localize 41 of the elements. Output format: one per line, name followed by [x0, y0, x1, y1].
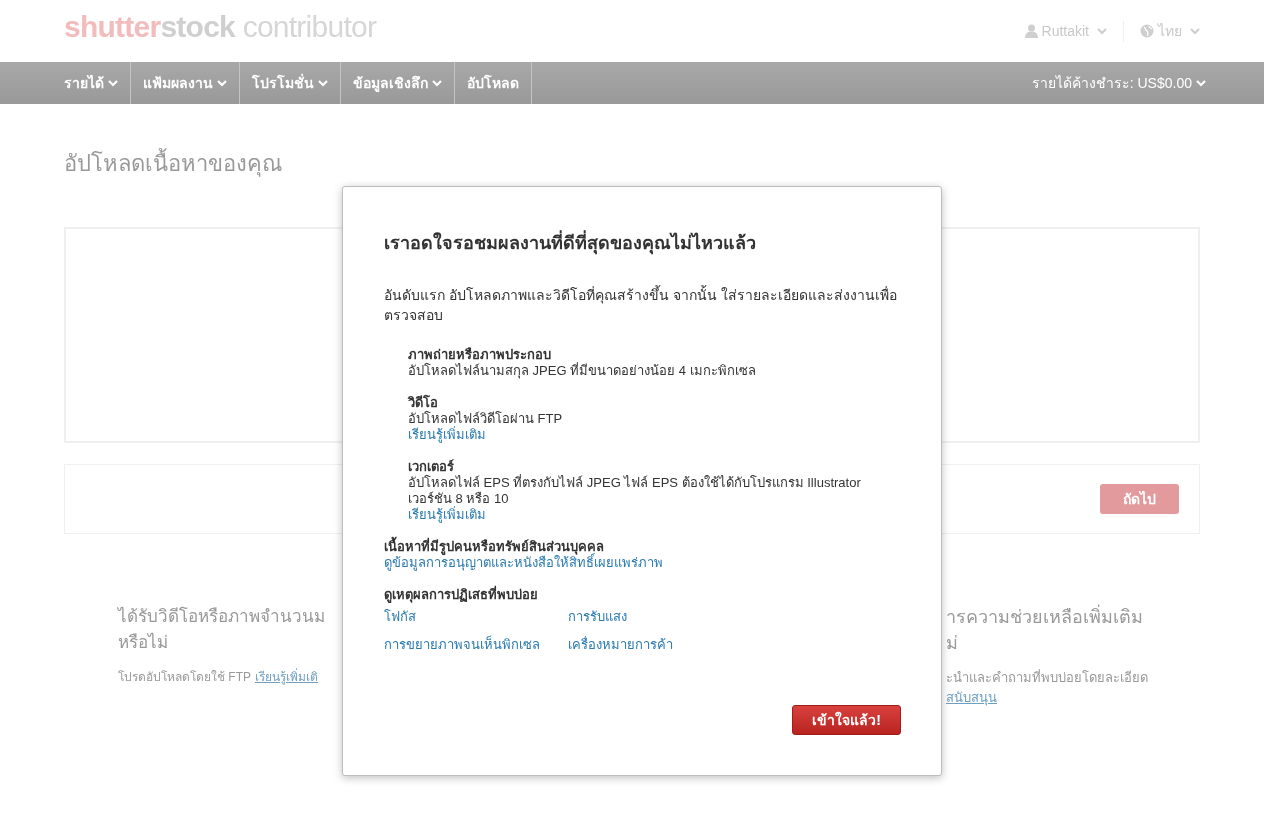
nav-item[interactable]: แฟ้มผลงาน: [131, 62, 240, 104]
section-text: อัปโหลดไฟล์นามสกุล JPEG ที่มีขนาดอย่างน้อย 4 เมกะพิกเซล: [408, 363, 757, 379]
chevron-down-icon: [1190, 27, 1200, 35]
modal-intro: อันดับแรก อัปโหลดภาพและวิดีโอที่คุณสร้างขึ้น จากนั้น ใส่รายละเอียดและส่งงานเพื่อตรวจสอบ: [384, 285, 898, 325]
chevron-down-icon: [1196, 79, 1206, 87]
earnings-menu[interactable]: รายได้ค้างชำระ: US$0.00: [1031, 62, 1206, 104]
section-heading: ภาพถ่ายหรือภาพประกอบ: [408, 347, 552, 363]
nav-item[interactable]: ข้อมูลเชิงลึก: [341, 62, 455, 104]
section-heading: ดูเหตุผลการปฏิเสธที่พบบ่อย: [384, 587, 539, 603]
support-link[interactable]: สนับสนุน: [946, 687, 997, 707]
modal-title: เราอดใจรอชมผลงานที่ดีที่สุดของคุณไม่ไหวแล้ว: [384, 230, 901, 257]
nav-item[interactable]: อัปโหลด: [455, 62, 532, 104]
chevron-down-icon: [108, 79, 118, 87]
learn-more-link[interactable]: เรียนรู้เพิ่มเติม: [408, 507, 486, 523]
section-heading: เวกเตอร์: [408, 459, 455, 475]
help-text: โปรดอัปโหลดโดยใช้ FTP: [118, 669, 251, 686]
user-icon: [1024, 24, 1038, 38]
section-heading: วิดีโอ: [408, 395, 439, 411]
learn-more-link[interactable]: เรียนรู้เพิ่มเติ: [255, 668, 318, 686]
chevron-down-icon: [1097, 27, 1107, 35]
rejection-reason-link[interactable]: เครื่องหมายการค้า: [568, 637, 673, 653]
globe-icon: [1140, 24, 1154, 38]
nav-item[interactable]: โปรโมชั่น: [240, 62, 341, 104]
help-heading: ารความช่วยเหลือเพิ่มเติม: [946, 604, 1143, 630]
section-text: อัปโหลดไฟล์วิดีโอผ่าน FTP: [408, 411, 564, 426]
help-heading: หรือไม่: [118, 631, 168, 654]
rejection-reason-link[interactable]: โฟกัส: [384, 609, 416, 625]
release-info-link[interactable]: ดูข้อมูลการอนุญาตและหนังสือให้สิทธิ์เผยแพร่ภาพ: [384, 555, 663, 571]
help-heading: ได้รับวิดีโอหรือภาพจำนวนม: [118, 605, 325, 628]
nav-item[interactable]: รายได้: [52, 62, 131, 104]
got-it-button[interactable]: เข้าใจแล้ว!: [792, 705, 901, 735]
learn-more-link[interactable]: เรียนรู้เพิ่มเติม: [408, 427, 486, 443]
page-title: อัปโหลดเนื้อหาของคุณ: [64, 147, 1200, 180]
rejection-reason-link[interactable]: การรับแสง: [568, 609, 627, 625]
rejection-reason-link[interactable]: การขยายภาพจนเห็นพิกเซล: [384, 637, 540, 653]
help-text: ะนำและคำถามที่พบบ่อยโดยละเอียด: [946, 668, 1148, 687]
chevron-down-icon: [318, 79, 328, 87]
help-heading: ม่: [946, 632, 958, 655]
chevron-down-icon: [217, 79, 227, 87]
section-text: อัปโหลดไฟล์ EPS ที่ตรงกับไฟล์ JPEG ไฟล์ EPS ต้องใช้ได้กับโปรแกรม Illustrator เวอร์ชัน 8 หรือ 10: [408, 475, 862, 506]
chevron-down-icon: [432, 79, 442, 87]
